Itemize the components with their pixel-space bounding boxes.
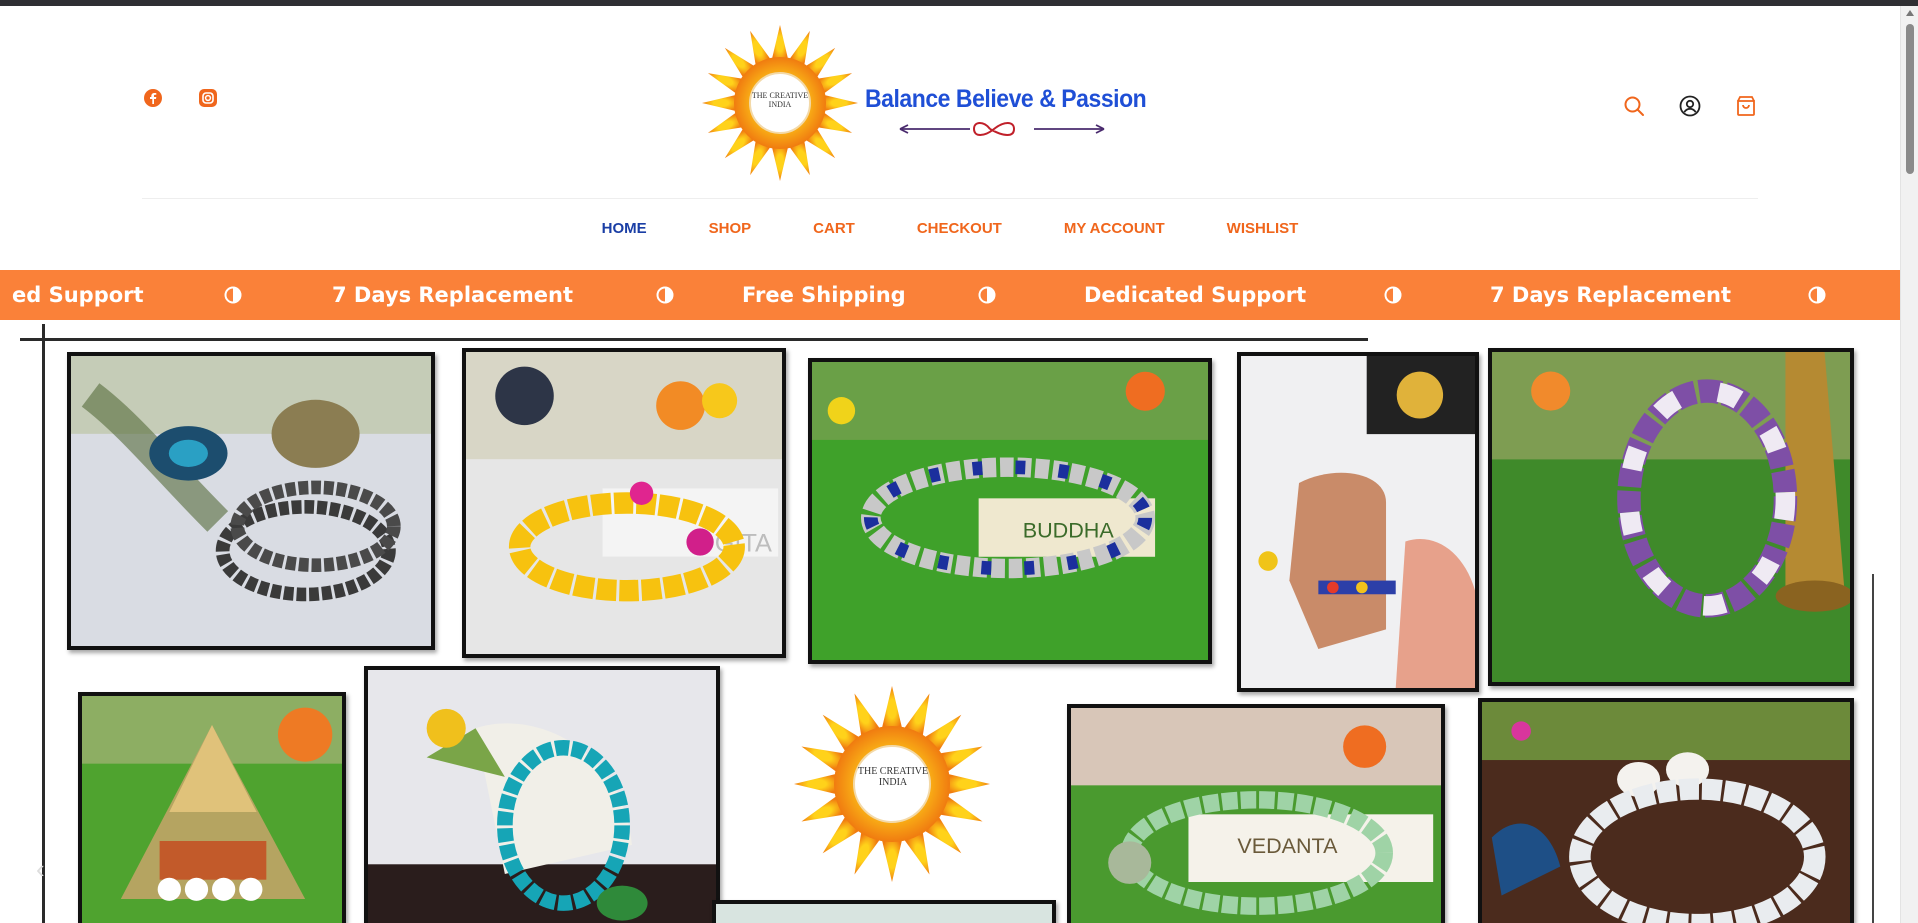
cart-bag-icon[interactable] — [1734, 94, 1758, 118]
half-circle-icon — [978, 286, 996, 304]
frame-line — [20, 338, 1368, 341]
site-header: THE CREATIVE INDIA Balance Believe & Pas… — [0, 6, 1900, 193]
header-divider — [142, 198, 1758, 199]
nav-item-home[interactable]: HOME — [602, 220, 647, 250]
product-photo-orgone-pyramid[interactable] — [78, 692, 346, 923]
logo-center-text: THE CREATIVE INDIA — [751, 91, 809, 109]
product-photo-turquoise-bracelet[interactable] — [364, 666, 720, 923]
site-logo[interactable]: THE CREATIVE INDIA Balance Believe & Pas… — [700, 23, 1150, 183]
product-photo-pyrite-bracelet[interactable] — [67, 352, 435, 650]
logo-tagline: Balance Believe & Passion — [865, 85, 1147, 113]
product-photo-partial[interactable] — [712, 900, 1056, 923]
announcement-marquee: ed Support 7 Days Replacement Free Shipp… — [0, 270, 1900, 320]
product-photo-amethyst-bracelet[interactable] — [1488, 348, 1854, 686]
nav-item-my-account[interactable]: MY ACCOUNT — [1064, 220, 1165, 250]
nav-item-shop[interactable]: SHOP — [709, 220, 752, 250]
nav-item-checkout[interactable]: CHECKOUT — [917, 220, 1002, 250]
half-circle-icon — [1384, 286, 1402, 304]
facebook-icon[interactable] — [143, 88, 163, 108]
half-circle-icon — [656, 286, 674, 304]
book-text: VEDANTA — [1237, 834, 1338, 858]
marquee-item: Free Shipping — [742, 283, 906, 307]
page: THE CREATIVE INDIA Balance Believe & Pas… — [0, 6, 1900, 923]
product-photo-wrist-bracelet[interactable] — [1237, 352, 1479, 692]
hero-collage: GITA BUDDHA THE CREATIVE INDIA VEDANTA — [0, 324, 1900, 923]
half-circle-icon — [1808, 286, 1826, 304]
scroll-thumb[interactable] — [1906, 24, 1914, 174]
instagram-icon[interactable] — [198, 88, 218, 108]
book-text: BUDDHA — [1023, 518, 1115, 542]
main-navigation: HOME SHOP CART CHECKOUT MY ACCOUNT WISHL… — [0, 220, 1900, 250]
logo-center-text: THE CREATIVE INDIA — [857, 766, 929, 788]
marquee-item: ed Support — [12, 283, 144, 307]
frame-line — [1872, 574, 1874, 923]
search-icon[interactable] — [1622, 94, 1646, 118]
half-circle-icon — [224, 286, 242, 304]
marquee-item: 7 Days Replacement — [332, 283, 573, 307]
page-scrollbar[interactable] — [1900, 6, 1918, 923]
nav-item-cart[interactable]: CART — [813, 220, 855, 250]
frame-line — [42, 324, 45, 923]
account-icon[interactable] — [1678, 94, 1702, 118]
product-photo-citrine-bracelet[interactable]: GITA — [462, 348, 786, 658]
slider-prev-icon[interactable]: ‹ — [36, 854, 45, 885]
infinity-arrows-icon — [899, 122, 1105, 136]
marquee-item: 7 Days Replacement — [1490, 283, 1731, 307]
product-photo-aventurine-bracelet[interactable]: VEDANTA — [1067, 704, 1445, 923]
marquee-item: Dedicated Support — [1084, 283, 1307, 307]
product-photo-evil-eye-bracelet[interactable]: BUDDHA — [808, 358, 1212, 664]
nav-item-wishlist[interactable]: WISHLIST — [1227, 220, 1299, 250]
product-photo-quartz-bracelet[interactable] — [1478, 698, 1854, 923]
scroll-up-icon[interactable] — [1906, 10, 1914, 16]
